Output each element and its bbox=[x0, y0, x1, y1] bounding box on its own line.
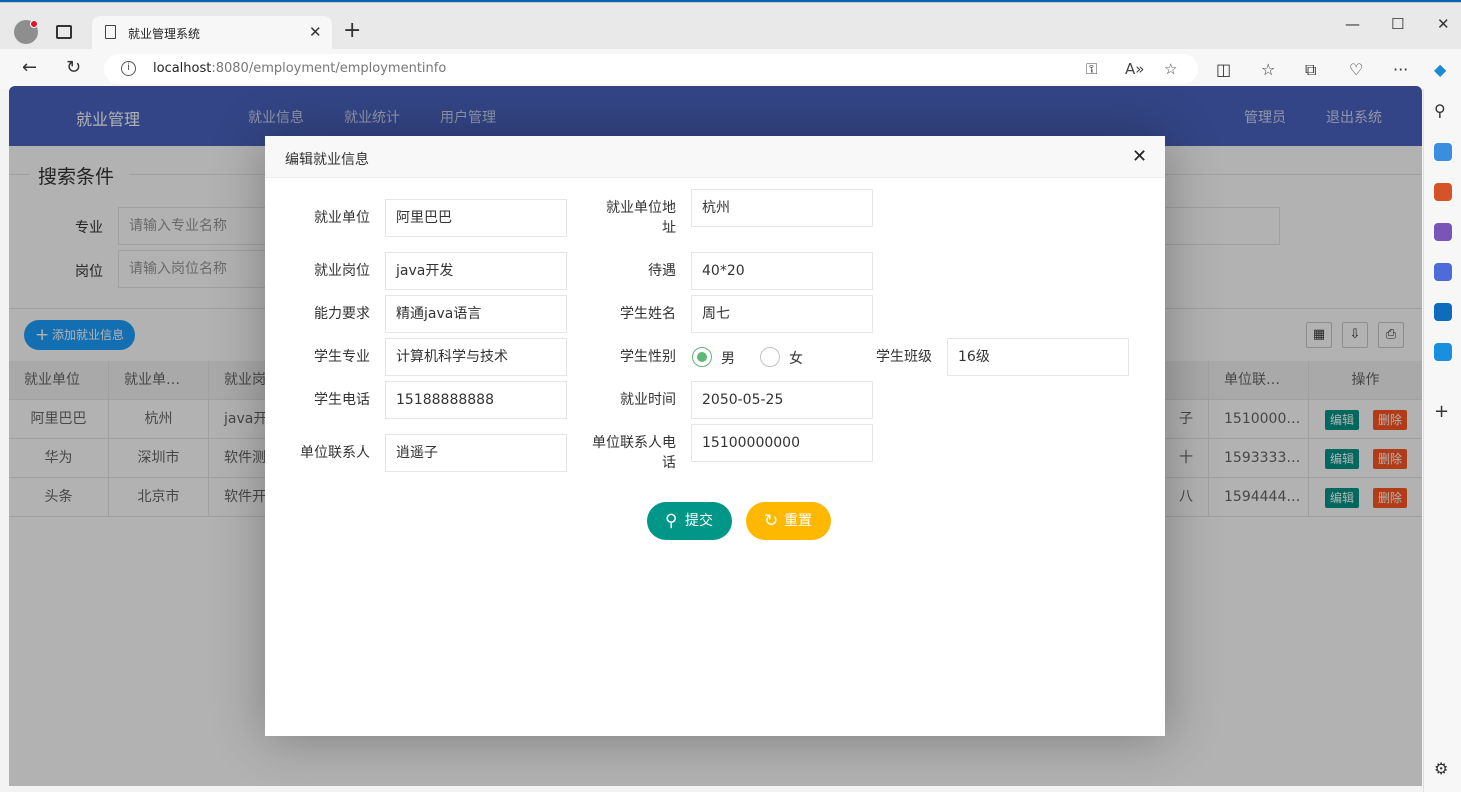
post-input[interactable]: java开发 bbox=[385, 252, 567, 290]
gender-radio-male[interactable] bbox=[692, 347, 712, 367]
contact-phone-label: 单位联系人电话 bbox=[592, 435, 676, 471]
salary-input[interactable]: 40*20 bbox=[691, 252, 873, 290]
phone-input[interactable]: 15188888888 bbox=[385, 381, 567, 419]
dialog-title: 编辑就业信息 bbox=[285, 152, 369, 168]
site-info-icon[interactable]: i bbox=[121, 61, 136, 76]
phone-label: 学生电话 bbox=[314, 392, 370, 408]
sidebar-send-icon[interactable] bbox=[1434, 343, 1452, 361]
copilot-icon[interactable]: ◆ bbox=[1434, 60, 1446, 79]
unit-input[interactable]: 阿里巴巴 bbox=[385, 199, 567, 237]
student-name-input[interactable]: 周七 bbox=[691, 295, 873, 333]
class-input[interactable]: 16级 bbox=[947, 338, 1129, 376]
close-icon[interactable]: ✕ bbox=[1132, 146, 1147, 167]
notification-dot bbox=[30, 20, 38, 28]
dialog-header: 编辑就业信息 ✕ bbox=[265, 136, 1165, 178]
sidebar-outlook-icon[interactable] bbox=[1434, 303, 1452, 321]
edge-sidebar: ⚲ + ⚙ bbox=[1423, 89, 1461, 792]
favorite-star-icon[interactable]: ☆ bbox=[1164, 60, 1177, 78]
post-label: 就业岗位 bbox=[314, 263, 370, 279]
unit-label: 就业单位 bbox=[314, 210, 370, 226]
key-icon[interactable]: ⚿ bbox=[1086, 60, 1097, 78]
gender-label: 学生性别 bbox=[620, 349, 676, 365]
back-icon[interactable]: ← bbox=[22, 57, 37, 78]
collections-icon[interactable]: ⧉ bbox=[1305, 60, 1316, 80]
minimize-icon[interactable]: — bbox=[1345, 15, 1360, 33]
submit-label: 提交 bbox=[685, 513, 713, 529]
salary-label: 待遇 bbox=[648, 263, 676, 279]
tab-bar: 就业管理系统 ✕ + — ☐ ✕ bbox=[0, 3, 1461, 49]
more-menu-icon[interactable]: ··· bbox=[1393, 60, 1408, 79]
browser-tab[interactable]: 就业管理系统 ✕ bbox=[92, 16, 332, 49]
student-name-label: 学生姓名 bbox=[620, 306, 676, 322]
contact-label: 单位联系人 bbox=[300, 445, 370, 461]
edit-employment-dialog: 编辑就业信息 ✕ 就业单位 阿里巴巴 就业岗位 java开发 能力要求 精通ja… bbox=[265, 136, 1165, 736]
split-screen-icon[interactable]: ◫ bbox=[1216, 60, 1231, 79]
tab-actions-icon[interactable] bbox=[56, 25, 72, 39]
close-window-icon[interactable]: ✕ bbox=[1437, 15, 1450, 33]
gender-female-text: 女 bbox=[789, 351, 803, 367]
major-input[interactable]: 计算机科学与技术 bbox=[385, 338, 567, 376]
sidebar-office-icon[interactable] bbox=[1434, 263, 1452, 281]
emp-time-input[interactable]: 2050-05-25 bbox=[691, 381, 873, 419]
page-icon bbox=[105, 25, 116, 39]
class-label: 学生班级 bbox=[876, 349, 932, 365]
refresh-icon[interactable]: ↻ bbox=[66, 57, 81, 78]
gender-radio-female[interactable] bbox=[760, 347, 780, 367]
submit-button[interactable]: ⚲ 提交 bbox=[647, 502, 732, 540]
url-text: localhost:8080/employment/employmentinfo bbox=[153, 61, 447, 76]
sidebar-games-icon[interactable] bbox=[1434, 223, 1452, 241]
reset-label: 重置 bbox=[784, 513, 812, 529]
read-aloud-icon[interactable]: A» bbox=[1125, 60, 1144, 78]
ability-input[interactable]: 精通java语言 bbox=[385, 295, 567, 333]
reset-button[interactable]: ↻ 重置 bbox=[746, 502, 831, 540]
browser-essentials-icon[interactable]: ♡ bbox=[1349, 60, 1363, 79]
sidebar-add-icon[interactable]: + bbox=[1434, 401, 1452, 422]
url-field[interactable]: i localhost:8080/employment/employmentin… bbox=[104, 54, 1198, 84]
new-tab-icon[interactable]: + bbox=[343, 20, 361, 42]
sidebar-settings-icon[interactable]: ⚙ bbox=[1434, 759, 1452, 778]
major-label: 学生专业 bbox=[314, 349, 370, 365]
tab-close-icon[interactable]: ✕ bbox=[309, 23, 322, 41]
sidebar-shopping-icon[interactable] bbox=[1434, 143, 1452, 161]
ability-label: 能力要求 bbox=[314, 306, 370, 322]
sidebar-search-icon[interactable]: ⚲ bbox=[1434, 101, 1452, 120]
contact-input[interactable]: 逍遥子 bbox=[385, 434, 567, 472]
unit-addr-label: 就业单位地址 bbox=[606, 200, 676, 236]
contact-phone-input[interactable]: 15100000000 bbox=[691, 424, 873, 462]
address-bar-row: ← ↻ i localhost:8080/employment/employme… bbox=[0, 49, 1461, 89]
unit-addr-input[interactable]: 杭州 bbox=[691, 189, 873, 227]
web-page: 就业管理 就业信息 就业统计 用户管理 管理员 退出系统 搜索条件 专业 请输入… bbox=[9, 86, 1422, 786]
refresh-icon: ↻ bbox=[764, 511, 779, 531]
tab-title: 就业管理系统 bbox=[128, 27, 201, 41]
sidebar-tools-icon[interactable] bbox=[1434, 183, 1452, 201]
gender-male-text: 男 bbox=[721, 351, 735, 367]
search-icon: ⚲ bbox=[665, 511, 678, 531]
emp-time-label: 就业时间 bbox=[620, 392, 676, 408]
maximize-icon[interactable]: ☐ bbox=[1391, 15, 1404, 33]
favorites-icon[interactable]: ☆ bbox=[1261, 60, 1275, 79]
